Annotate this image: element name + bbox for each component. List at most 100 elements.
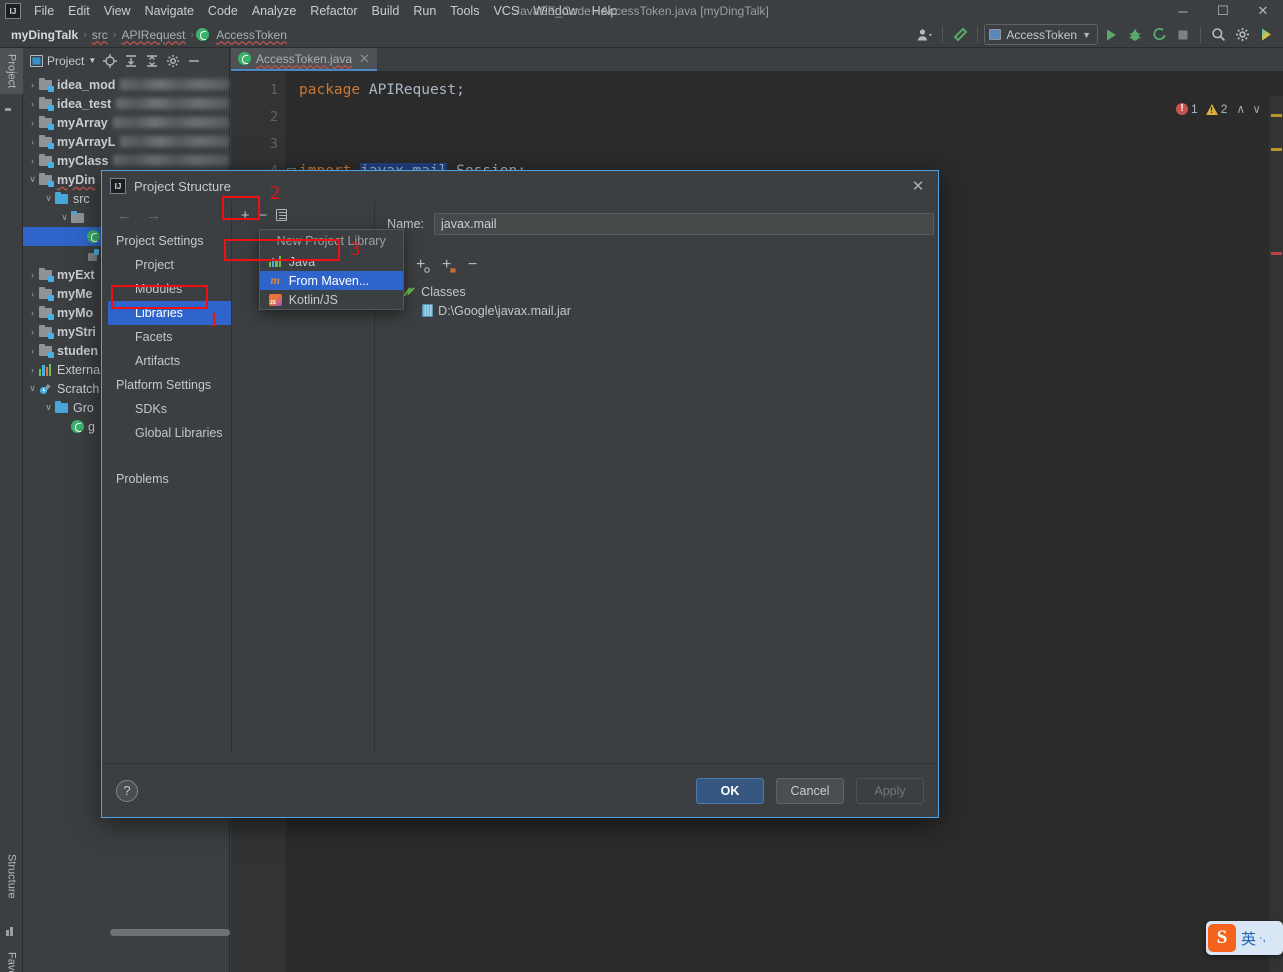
chevron-right-icon[interactable]: ›	[26, 346, 39, 356]
chevron-right-icon[interactable]: ›	[26, 80, 39, 90]
chevron-right-icon[interactable]: ›	[26, 137, 39, 147]
ime-mode-label[interactable]: 英	[1241, 928, 1256, 949]
library-root-row[interactable]: ∨Classes	[387, 282, 934, 301]
sidebar-item-facets[interactable]: Facets	[108, 325, 231, 349]
chevron-right-icon[interactable]: ›	[26, 365, 39, 375]
sidebar-item-libraries[interactable]: Libraries	[108, 301, 231, 325]
chevron-right-icon[interactable]: ›	[26, 327, 39, 337]
editor-marker-gutter[interactable]	[1269, 96, 1283, 972]
search-everywhere-icon[interactable]	[1207, 24, 1229, 46]
library-root-row[interactable]: D:\Google\javax.mail.jar	[387, 301, 934, 320]
sidebar-item-global-libraries[interactable]: Global Libraries	[108, 421, 231, 445]
tree-node-myarray[interactable]: › myArray	[23, 113, 229, 132]
chevron-right-icon[interactable]: ›	[26, 156, 39, 166]
locate-target-icon[interactable]	[100, 51, 120, 71]
chevron-down-icon[interactable]: ∨	[42, 402, 55, 413]
tree-node-myarrayl[interactable]: › myArrayL	[23, 132, 229, 151]
chevron-right-icon[interactable]: ›	[26, 270, 39, 280]
menu-build[interactable]: Build	[365, 2, 407, 20]
hide-panel-icon[interactable]	[184, 51, 204, 71]
expand-all-icon[interactable]	[121, 51, 141, 71]
add-classes-root-icon[interactable]: +	[413, 257, 430, 273]
run-icon[interactable]	[1100, 24, 1122, 46]
chevron-right-icon[interactable]: ›	[26, 118, 39, 128]
chevron-right-icon[interactable]: ›	[26, 99, 39, 109]
tree-node-myclass[interactable]: › myClass	[23, 151, 229, 170]
minimize-button[interactable]: ─	[1163, 0, 1203, 22]
gutter-marker[interactable]	[1271, 148, 1282, 151]
menu-edit[interactable]: Edit	[61, 2, 97, 20]
breadcrumb-mydingtalk[interactable]: myDingTalk	[8, 27, 81, 43]
breadcrumb-src[interactable]: src	[89, 27, 111, 43]
prev-problem-icon[interactable]: ∧	[1236, 102, 1245, 116]
menu-navigate[interactable]: Navigate	[138, 2, 201, 20]
tree-node-idea_test[interactable]: › idea_test	[23, 94, 229, 113]
help-button[interactable]: ?	[116, 779, 138, 802]
sidebar-item-modules[interactable]: Modules	[108, 277, 231, 301]
breadcrumb-accesstoken[interactable]: AccessToken	[213, 27, 290, 43]
build-hammer-icon[interactable]	[949, 24, 971, 46]
menu-item-from-maven[interactable]: m From Maven...	[259, 271, 403, 290]
tree-node-idea_mod[interactable]: › idea_mod	[23, 75, 229, 94]
dialog-horizontal-scrollbar[interactable]	[108, 928, 934, 937]
sogou-ime-widget[interactable]: S 英 ·,	[1206, 921, 1283, 955]
chevron-down-icon[interactable]: ∨	[26, 174, 39, 185]
menu-item-kotlin-js[interactable]: Kotlin/JS	[260, 290, 403, 309]
menu-run[interactable]: Run	[406, 2, 443, 20]
tab-access-token-java[interactable]: AccessToken.java ✕	[231, 48, 377, 71]
menu-file[interactable]: File	[27, 2, 61, 20]
run-configuration-selector[interactable]: AccessToken ▼	[984, 24, 1098, 45]
menu-refactor[interactable]: Refactor	[303, 2, 364, 20]
debug-icon[interactable]	[1124, 24, 1146, 46]
sidebar-item-project[interactable]: Project	[108, 253, 231, 277]
project-view-selector[interactable]: Project ▼	[27, 52, 99, 70]
menu-vcs[interactable]: VCS	[486, 2, 526, 20]
ime-punctuation-icon[interactable]: ·,	[1259, 932, 1266, 944]
gutter-marker[interactable]	[1271, 114, 1282, 117]
menu-analyze[interactable]: Analyze	[245, 2, 303, 20]
remove-library-button[interactable]: −	[258, 208, 267, 223]
menu-code[interactable]: Code	[201, 2, 245, 20]
menu-view[interactable]: View	[97, 2, 138, 20]
add-library-button[interactable]: +	[241, 208, 250, 223]
next-problem-icon[interactable]: ∨	[1252, 102, 1261, 116]
collapse-all-icon[interactable]	[142, 51, 162, 71]
chevron-down-icon[interactable]: ∨	[58, 212, 71, 223]
stop-icon[interactable]	[1172, 24, 1194, 46]
library-name-input[interactable]	[434, 213, 934, 235]
sidebar-item-favorites[interactable]: Favorites	[0, 946, 23, 972]
close-button[interactable]: ✕	[1243, 0, 1283, 22]
ok-button[interactable]: OK	[696, 777, 764, 804]
close-icon[interactable]: ✕	[359, 51, 370, 67]
scrollbar-thumb[interactable]	[110, 929, 230, 936]
settings-gear-icon[interactable]	[1231, 24, 1253, 46]
remove-root-icon[interactable]: −	[465, 257, 480, 273]
menu-help[interactable]: Help	[585, 2, 625, 20]
breadcrumb-apirequest[interactable]: APIRequest	[118, 27, 188, 43]
dialog-close-button[interactable]: ✕	[906, 174, 930, 198]
gutter-marker[interactable]	[1271, 252, 1282, 255]
menu-window[interactable]: Window	[526, 2, 584, 20]
chevron-right-icon[interactable]: ›	[26, 308, 39, 318]
nav-back-button[interactable]: ←	[117, 207, 132, 224]
add-sources-root-icon[interactable]: +	[439, 257, 456, 273]
run-with-coverage-icon[interactable]	[1148, 24, 1170, 46]
inspection-widget[interactable]: ! 1 2 ∧ ∨	[1176, 102, 1261, 116]
menu-item-java[interactable]: Java	[260, 252, 403, 271]
sidebar-item-problems[interactable]: Problems	[108, 467, 231, 491]
cancel-button[interactable]: Cancel	[776, 777, 844, 804]
menu-tools[interactable]: Tools	[443, 2, 486, 20]
sidebar-item-structure[interactable]: Structure	[0, 848, 23, 905]
chevron-down-icon[interactable]: ∨	[26, 383, 39, 394]
ide-assistant-icon[interactable]	[1255, 24, 1277, 46]
sidebar-item-artifacts[interactable]: Artifacts	[108, 349, 231, 373]
user-avatar-dropdown-icon[interactable]	[914, 24, 936, 46]
maximize-button[interactable]: ☐	[1203, 0, 1243, 22]
chevron-down-icon[interactable]: ∨	[42, 193, 55, 204]
settings-gear-icon[interactable]	[163, 51, 183, 71]
sidebar-item-project[interactable]: Project	[0, 48, 23, 95]
sidebar-item-sdks[interactable]: SDKs	[108, 397, 231, 421]
copy-library-icon[interactable]	[276, 209, 288, 221]
chevron-right-icon[interactable]: ›	[26, 289, 39, 299]
nav-forward-button[interactable]: →	[146, 207, 161, 224]
